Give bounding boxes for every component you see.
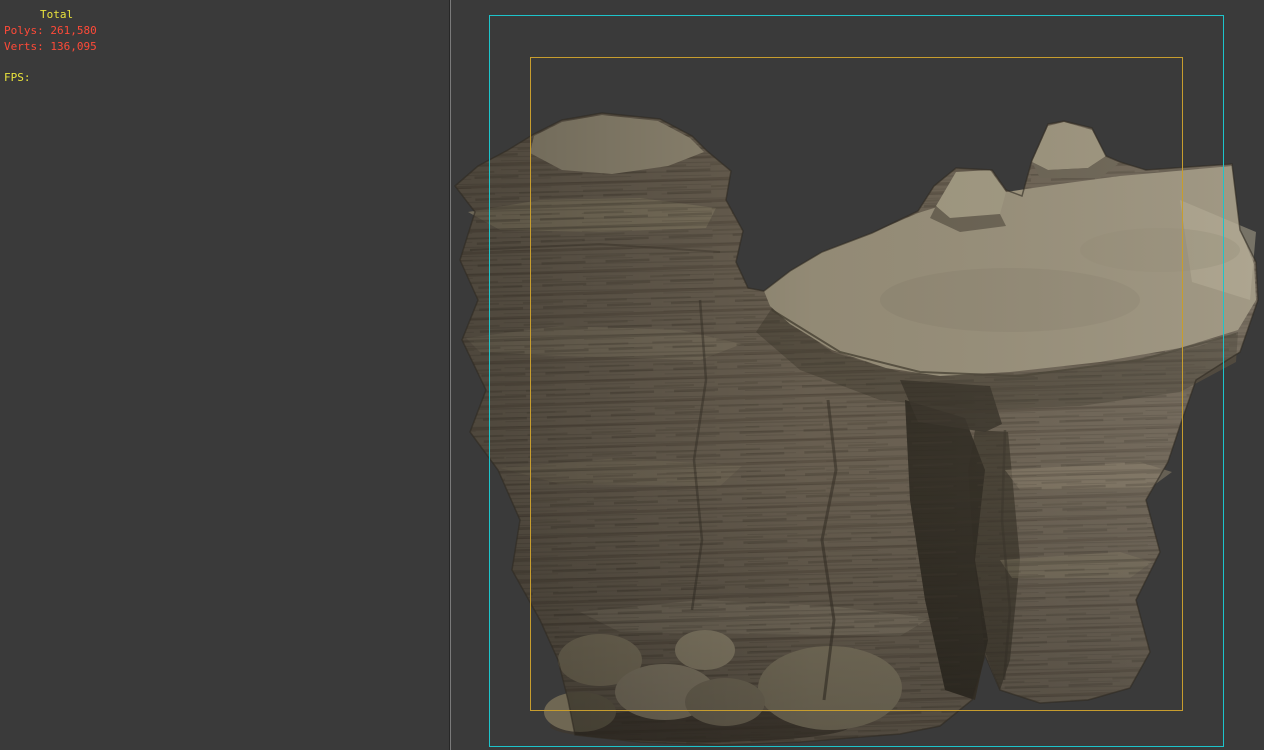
camera-viewport[interactable] <box>0 0 1264 750</box>
viewport-divider[interactable] <box>449 0 451 750</box>
rock-model[interactable] <box>440 100 1264 750</box>
stats-fps-label: FPS: <box>4 71 31 84</box>
viewport-screen: Total Polys: 261,580 Verts: 136,095 FPS: <box>0 0 1264 750</box>
stats-total-label: Total <box>40 8 74 21</box>
stats-polys-count: Polys: 261,580 <box>4 24 97 37</box>
rock-lighting <box>455 113 1258 745</box>
stats-verts-count: Verts: 136,095 <box>4 40 97 53</box>
